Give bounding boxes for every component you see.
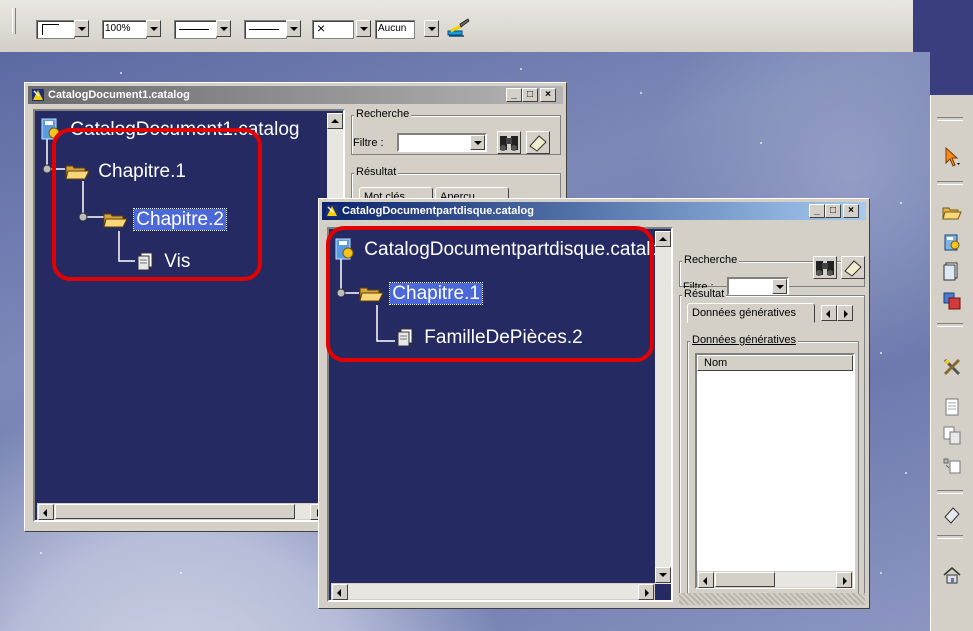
star	[900, 202, 902, 204]
tab-scroll-left-button[interactable]	[821, 305, 837, 321]
zoom-dropdown[interactable]	[146, 20, 161, 37]
point-symbol-value: ×	[317, 20, 326, 36]
fill-swatch	[42, 24, 59, 35]
close-button[interactable]: ×	[540, 88, 556, 102]
layer-box[interactable]: Aucun	[375, 20, 415, 39]
layer-dropdown[interactable]	[424, 20, 439, 37]
list-horizontal-scrollbar[interactable]	[697, 571, 853, 588]
search-group-label: Recherche	[354, 108, 412, 120]
top-toolbar: 100% × Aucun	[0, 0, 973, 52]
fill-color-box[interactable]	[36, 20, 75, 39]
scroll-left-button[interactable]	[38, 504, 54, 520]
multi-document-icon[interactable]	[942, 291, 962, 311]
house-icon[interactable]	[942, 565, 962, 585]
close-button[interactable]: ×	[843, 204, 859, 218]
star	[180, 572, 182, 574]
column-header-label: Nom	[704, 357, 728, 369]
column-header-name[interactable]: Nom	[697, 355, 853, 371]
minimize-button[interactable]: _	[506, 88, 522, 102]
window-2-title: CatalogDocumentpartdisque.catalog	[342, 205, 534, 217]
tab-scroll-right-button[interactable]	[837, 305, 853, 321]
star	[880, 572, 882, 574]
catalog-window-icon	[31, 88, 45, 102]
line-thickness-dropdown[interactable]	[216, 20, 231, 37]
star	[760, 142, 762, 144]
resize-grip[interactable]	[679, 593, 865, 605]
result-group-label: Résultat	[354, 166, 399, 178]
filter-combo[interactable]	[397, 133, 487, 152]
horizontal-scrollbar[interactable]	[37, 503, 327, 520]
select-arrow-icon[interactable]	[942, 146, 962, 167]
star	[880, 352, 882, 354]
star	[40, 552, 42, 554]
maximize-button[interactable]: □	[825, 204, 841, 218]
fill-color-dropdown[interactable]	[74, 20, 89, 37]
star	[905, 472, 907, 474]
filter-label: Filtre :	[353, 137, 384, 149]
eraser-button[interactable]	[526, 131, 550, 154]
binoculars-search-button[interactable]	[497, 131, 521, 154]
right-vertical-toolbar	[930, 95, 973, 631]
binoculars-search-button[interactable]	[813, 256, 837, 279]
minimize-button[interactable]: _	[809, 204, 825, 218]
eraser-button[interactable]	[841, 256, 865, 279]
line-type-dropdown[interactable]	[286, 20, 301, 37]
binoculars-icon	[816, 261, 834, 276]
eraser-icon	[529, 135, 547, 152]
zoom-box[interactable]: 100%	[102, 20, 147, 39]
document-icon[interactable]	[942, 261, 962, 281]
result-group-label: Résultat	[682, 288, 727, 300]
scroll-down-button[interactable]	[655, 567, 671, 583]
point-symbol-dropdown[interactable]	[356, 20, 371, 37]
search-group-label: Recherche	[682, 254, 740, 266]
scroll-left-button[interactable]	[332, 584, 348, 600]
window-2-controls: _ □ ×	[809, 204, 863, 218]
filter-dropdown-button[interactable]	[772, 279, 787, 294]
format-painter-icon[interactable]	[446, 18, 472, 40]
horizontal-scroll-thumb[interactable]	[55, 504, 295, 519]
scroll-right-button[interactable]	[638, 584, 654, 600]
line-thickness-sample	[179, 29, 209, 30]
scroll-up-button[interactable]	[655, 231, 671, 247]
zoom-value: 100%	[105, 23, 131, 34]
crossed-tools-icon[interactable]	[942, 357, 962, 377]
window-1-titlebar[interactable]: CatalogDocument1.catalog _ □ ×	[28, 86, 563, 104]
star	[120, 72, 122, 74]
filter-dropdown-button[interactable]	[470, 135, 485, 150]
catalog-icon[interactable]	[942, 233, 962, 253]
point-symbol-box[interactable]: ×	[312, 20, 354, 39]
keyword-page-icon[interactable]	[942, 455, 962, 475]
catalog-window-icon	[325, 204, 339, 218]
scroll-up-button[interactable]	[327, 113, 343, 129]
scroll-left-button[interactable]	[698, 572, 714, 588]
tab-generative-data-label: Données génératives	[692, 307, 796, 319]
eraser-icon[interactable]	[942, 505, 962, 525]
filter-combo[interactable]	[727, 277, 789, 296]
scroll-right-button[interactable]	[836, 572, 852, 588]
window-2-titlebar[interactable]: CatalogDocumentpartdisque.catalog _ □ ×	[322, 202, 866, 220]
list-scroll-thumb[interactable]	[715, 572, 775, 587]
star	[640, 92, 642, 94]
generative-data-list[interactable]: Nom	[695, 353, 855, 589]
line-thickness-box[interactable]	[174, 20, 217, 39]
toolbar-grip[interactable]	[12, 8, 16, 34]
eraser-icon	[844, 260, 862, 277]
line-type-box[interactable]	[244, 20, 287, 39]
open-folder-icon[interactable]	[942, 203, 962, 223]
generative-data-group-label: Données génératives	[690, 334, 798, 346]
copy-page-icon[interactable]	[942, 425, 962, 445]
line-type-sample	[249, 29, 279, 30]
page-icon[interactable]	[942, 397, 962, 417]
vertical-scrollbar[interactable]	[655, 231, 671, 584]
maximize-button[interactable]: □	[522, 88, 538, 102]
tab-generative-data[interactable]: Données génératives	[687, 303, 815, 323]
window-1-title: CatalogDocument1.catalog	[48, 89, 190, 101]
layer-value: Aucun	[378, 23, 407, 34]
star	[520, 68, 522, 70]
window-1-controls: _ □ ×	[506, 88, 560, 102]
binoculars-icon	[500, 136, 518, 151]
highlight-outline-1	[52, 128, 262, 281]
horizontal-scrollbar[interactable]	[331, 583, 655, 600]
highlight-outline-2	[326, 226, 654, 362]
